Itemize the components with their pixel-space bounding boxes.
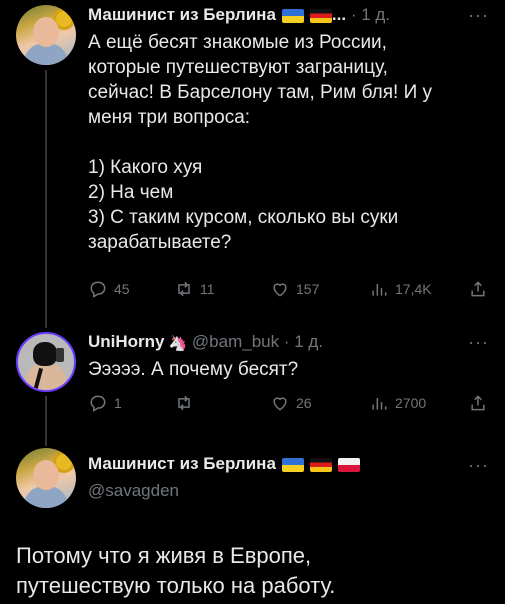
- retweet-icon: [178, 281, 190, 297]
- author-handle[interactable]: @bam_buk: [192, 332, 279, 351]
- germany-flag-icon: [309, 457, 332, 472]
- avatar[interactable]: [16, 5, 76, 65]
- ukraine-flag-icon: [281, 457, 304, 472]
- like-count: 157: [296, 281, 320, 297]
- reply-count: 1: [114, 395, 122, 411]
- timestamp[interactable]: · 1 д.: [351, 5, 390, 24]
- like-icon: [273, 283, 287, 297]
- share-button[interactable]: [468, 279, 488, 299]
- tweet-header: Машинист из Берлина: [88, 454, 360, 474]
- more-icon[interactable]: ···: [468, 6, 489, 24]
- retweet-icon: [178, 395, 190, 411]
- author-name[interactable]: Машинист из Берлина: [88, 5, 276, 24]
- author-handle[interactable]: @savagden: [88, 481, 179, 500]
- tweet-text: Потому что я живя в Европе, путешествую …: [16, 543, 336, 598]
- name-truncation: ...: [331, 5, 347, 24]
- poland-flag-icon: [337, 457, 360, 472]
- tweet-actions: 1 26 2700: [88, 393, 489, 415]
- tweet-text: Эээээ. А почему бесят?: [88, 359, 299, 380]
- germany-flag-icon: [309, 8, 332, 23]
- retweet-count: 11: [200, 281, 215, 297]
- like-count: 26: [296, 395, 312, 411]
- like-icon: [273, 397, 287, 411]
- like-button[interactable]: 157: [270, 279, 319, 299]
- avatar[interactable]: [16, 448, 76, 508]
- share-button[interactable]: [468, 393, 488, 413]
- avatar[interactable]: [16, 332, 76, 392]
- reply-button[interactable]: 45: [88, 279, 130, 299]
- ukraine-flag-icon: [281, 8, 304, 23]
- tweet-header: UniHorny 🦄 @bam_buk · 1 д.: [88, 332, 323, 352]
- reply-icon: [90, 395, 106, 412]
- reply-button[interactable]: 1: [88, 393, 122, 413]
- more-icon[interactable]: ···: [468, 456, 489, 474]
- author-name[interactable]: Машинист из Берлина: [88, 454, 276, 473]
- thread-line: [45, 396, 47, 446]
- retweet-button[interactable]: [174, 393, 200, 413]
- views-button[interactable]: 17,4K: [369, 279, 432, 299]
- author-handle-row: @savagden: [88, 481, 179, 501]
- views-count: 17,4K: [395, 281, 432, 297]
- share-icon: [471, 281, 485, 297]
- reply-count: 45: [114, 281, 130, 297]
- views-icon: [372, 284, 387, 296]
- author-name[interactable]: UniHorny: [88, 332, 165, 351]
- tweet-header: Машинист из Берлина... · 1 д.: [88, 5, 390, 25]
- thread-line: [45, 70, 47, 328]
- views-button[interactable]: 2700: [369, 393, 426, 413]
- views-count: 2700: [395, 395, 427, 411]
- unicorn-icon: 🦄: [168, 334, 188, 352]
- timestamp[interactable]: · 1 д.: [284, 332, 323, 351]
- tweet-text: А ещё бесят знакомые из России, которые …: [88, 32, 433, 253]
- tweet-actions: 45 11 157 17,4K: [88, 279, 489, 301]
- more-icon[interactable]: ···: [468, 333, 489, 351]
- retweet-button[interactable]: 11: [174, 279, 215, 299]
- like-button[interactable]: 26: [270, 393, 312, 413]
- views-icon: [372, 398, 387, 410]
- share-icon: [471, 395, 485, 411]
- reply-icon: [90, 281, 106, 298]
